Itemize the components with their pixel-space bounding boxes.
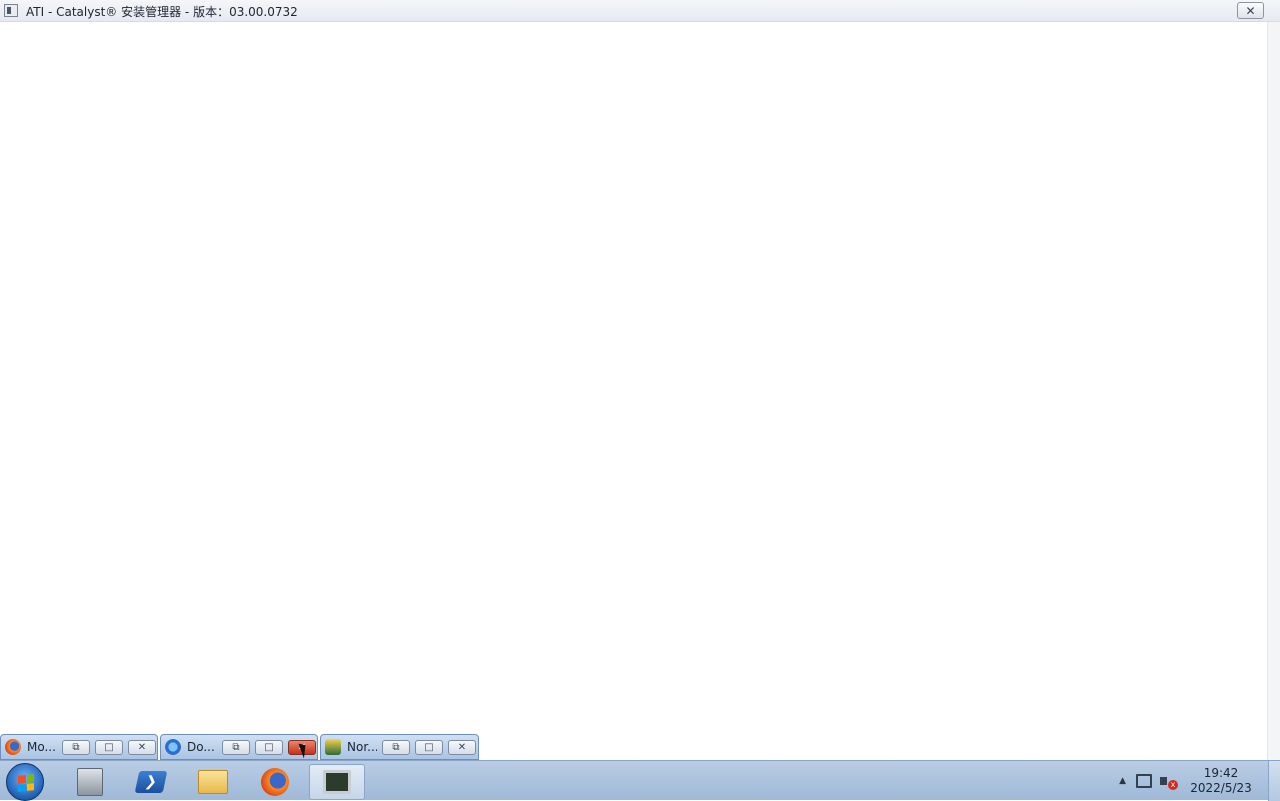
show-desktop-button[interactable]: [1268, 761, 1280, 801]
maximize-button[interactable]: □: [415, 739, 443, 755]
maximize-button[interactable]: □: [95, 739, 123, 755]
network-icon[interactable]: [1136, 774, 1152, 788]
taskbar-powershell[interactable]: ❯: [123, 764, 179, 800]
tray-overflow-icon[interactable]: ▲: [1119, 776, 1126, 786]
minimized-window-norton[interactable]: Nor... ⧉ □ ✕: [320, 734, 479, 760]
clock-time: 19:42: [1203, 766, 1239, 780]
clock-date: 2022/5/23: [1190, 781, 1252, 795]
taskbar-monitor-app[interactable]: [309, 764, 365, 800]
volume-muted-icon[interactable]: x: [1160, 774, 1178, 790]
restore-button[interactable]: ⧉: [382, 739, 410, 755]
clock[interactable]: 19:42 2022/5/23: [1188, 766, 1254, 796]
title-bar[interactable]: ATI - Catalyst® 安装管理器 - 版本：03.00.0732 ✕: [0, 0, 1280, 22]
window-right-edge: [1267, 22, 1280, 760]
taskbar: ❯ ▲ x 19:42 2022/5/23: [0, 760, 1280, 801]
app-icon: [4, 4, 18, 17]
powershell-icon: ❯: [134, 771, 168, 793]
restore-button[interactable]: ⧉: [62, 739, 90, 755]
taskbar-firefox[interactable]: [247, 764, 303, 800]
shield-app-icon: [325, 739, 341, 755]
firefox-icon: [261, 768, 289, 796]
server-manager-icon: [77, 768, 103, 796]
taskbar-file-explorer[interactable]: [185, 764, 241, 800]
minimized-window-label: Nor...: [347, 740, 377, 754]
minimized-window-label: Do...: [187, 740, 215, 754]
window-title: ATI - Catalyst® 安装管理器 - 版本：03.00.0732: [26, 5, 298, 19]
maximize-button[interactable]: □: [255, 739, 283, 755]
restore-button[interactable]: ⧉: [222, 739, 250, 755]
close-button[interactable]: ✕: [128, 739, 156, 755]
firefox-icon: [5, 739, 21, 755]
start-button[interactable]: [6, 763, 44, 801]
file-explorer-icon: [198, 770, 228, 794]
close-button[interactable]: ✕: [448, 739, 476, 755]
close-button[interactable]: ✕: [1237, 2, 1264, 19]
window-content: [0, 22, 1267, 760]
internet-explorer-icon: [165, 739, 181, 755]
minimized-window-internet-explorer[interactable]: Do... ⧉ □ ✕: [160, 734, 318, 760]
main-window: ATI - Catalyst® 安装管理器 - 版本：03.00.0732 ✕: [0, 0, 1280, 760]
monitor-app-icon: [323, 770, 351, 794]
taskbar-server-manager[interactable]: [62, 764, 118, 800]
minimized-window-label: Mo...: [27, 740, 56, 754]
minimized-window-firefox[interactable]: Mo... ⧉ □ ✕: [0, 734, 158, 760]
system-tray: ▲ x 19:42 2022/5/23: [1119, 761, 1280, 801]
windows-logo-icon: [18, 774, 34, 792]
